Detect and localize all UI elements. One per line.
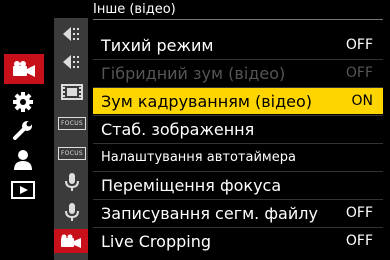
title-divider xyxy=(93,19,383,20)
menu-item-focus-transition[interactable]: Переміщення фокуса xyxy=(93,172,383,198)
menu-item-value: OFF xyxy=(345,205,373,221)
sub-tab-column: FOCUS FOCUS xyxy=(54,18,88,260)
film-icon xyxy=(61,84,83,100)
main-tab-column xyxy=(0,0,46,260)
exposure-icon xyxy=(63,27,79,41)
focus-icon: FOCUS xyxy=(57,116,87,130)
page-title: Інше (відео) xyxy=(93,2,176,17)
subtab-exposure-1[interactable] xyxy=(58,22,86,46)
microphone-icon xyxy=(65,173,79,191)
subtab-audio-2[interactable] xyxy=(58,200,86,224)
video-camera-icon xyxy=(61,234,81,248)
tab-setup[interactable] xyxy=(6,116,40,144)
subtab-film[interactable] xyxy=(58,80,86,104)
menu-item-segmented-file-recording[interactable]: Записування сегм. файлу OFF xyxy=(93,200,383,226)
menu-item-label: Переміщення фокуса xyxy=(101,175,282,195)
microphone-icon xyxy=(65,203,79,221)
person-icon xyxy=(14,150,32,170)
subtab-exposure-2[interactable] xyxy=(58,50,86,74)
menu-item-live-cropping[interactable]: Live Cropping OFF xyxy=(93,228,383,254)
gear-icon xyxy=(13,92,33,112)
tab-video[interactable] xyxy=(4,54,44,84)
menu-item-label: Тихий режим xyxy=(101,35,214,55)
subtab-focus-2[interactable]: FOCUS xyxy=(57,141,87,165)
subtab-focus-1[interactable]: FOCUS xyxy=(57,111,87,135)
menu-item-value: ON xyxy=(351,93,374,109)
menu-item-label: Гібридний зум (відео) xyxy=(101,63,286,83)
menu-item-hybrid-zoom[interactable]: Гібридний зум (відео) OFF xyxy=(93,60,383,86)
menu-item-silent-mode[interactable]: Тихий режим OFF xyxy=(93,32,383,58)
subtab-audio-1[interactable] xyxy=(58,170,86,194)
menu-item-value: OFF xyxy=(345,37,373,53)
menu-item-label: Записування сегм. файлу xyxy=(101,203,318,223)
menu-item-value: OFF xyxy=(345,233,373,249)
menu-item-image-stabilizer[interactable]: Стаб. зображення xyxy=(93,116,383,142)
playback-icon xyxy=(11,181,35,199)
menu-item-label: Стаб. зображення xyxy=(101,119,255,139)
menu-item-label: Зум кадруванням (відео) xyxy=(101,91,313,111)
tab-playback[interactable] xyxy=(6,176,40,204)
menu-item-label: Live Cropping xyxy=(101,231,211,251)
menu-item-label: Налаштування автотаймера xyxy=(101,149,296,165)
camera-menu-screen: FOCUS FOCUS Інше (відео) Тихий режим OFF… xyxy=(0,0,390,260)
menu-item-value: OFF xyxy=(345,65,373,81)
menu-item-crop-zoom[interactable]: Зум кадруванням (відео) ON xyxy=(93,88,383,114)
tab-custom[interactable] xyxy=(6,88,40,116)
menu-item-self-timer-settings[interactable]: Налаштування автотаймера xyxy=(93,144,383,170)
subtab-other-video[interactable] xyxy=(54,229,88,253)
focus-icon: FOCUS xyxy=(57,146,87,160)
tab-my-menu[interactable] xyxy=(6,146,40,174)
video-camera-icon xyxy=(13,61,35,77)
exposure-icon xyxy=(63,55,79,69)
wrench-icon xyxy=(13,121,32,140)
